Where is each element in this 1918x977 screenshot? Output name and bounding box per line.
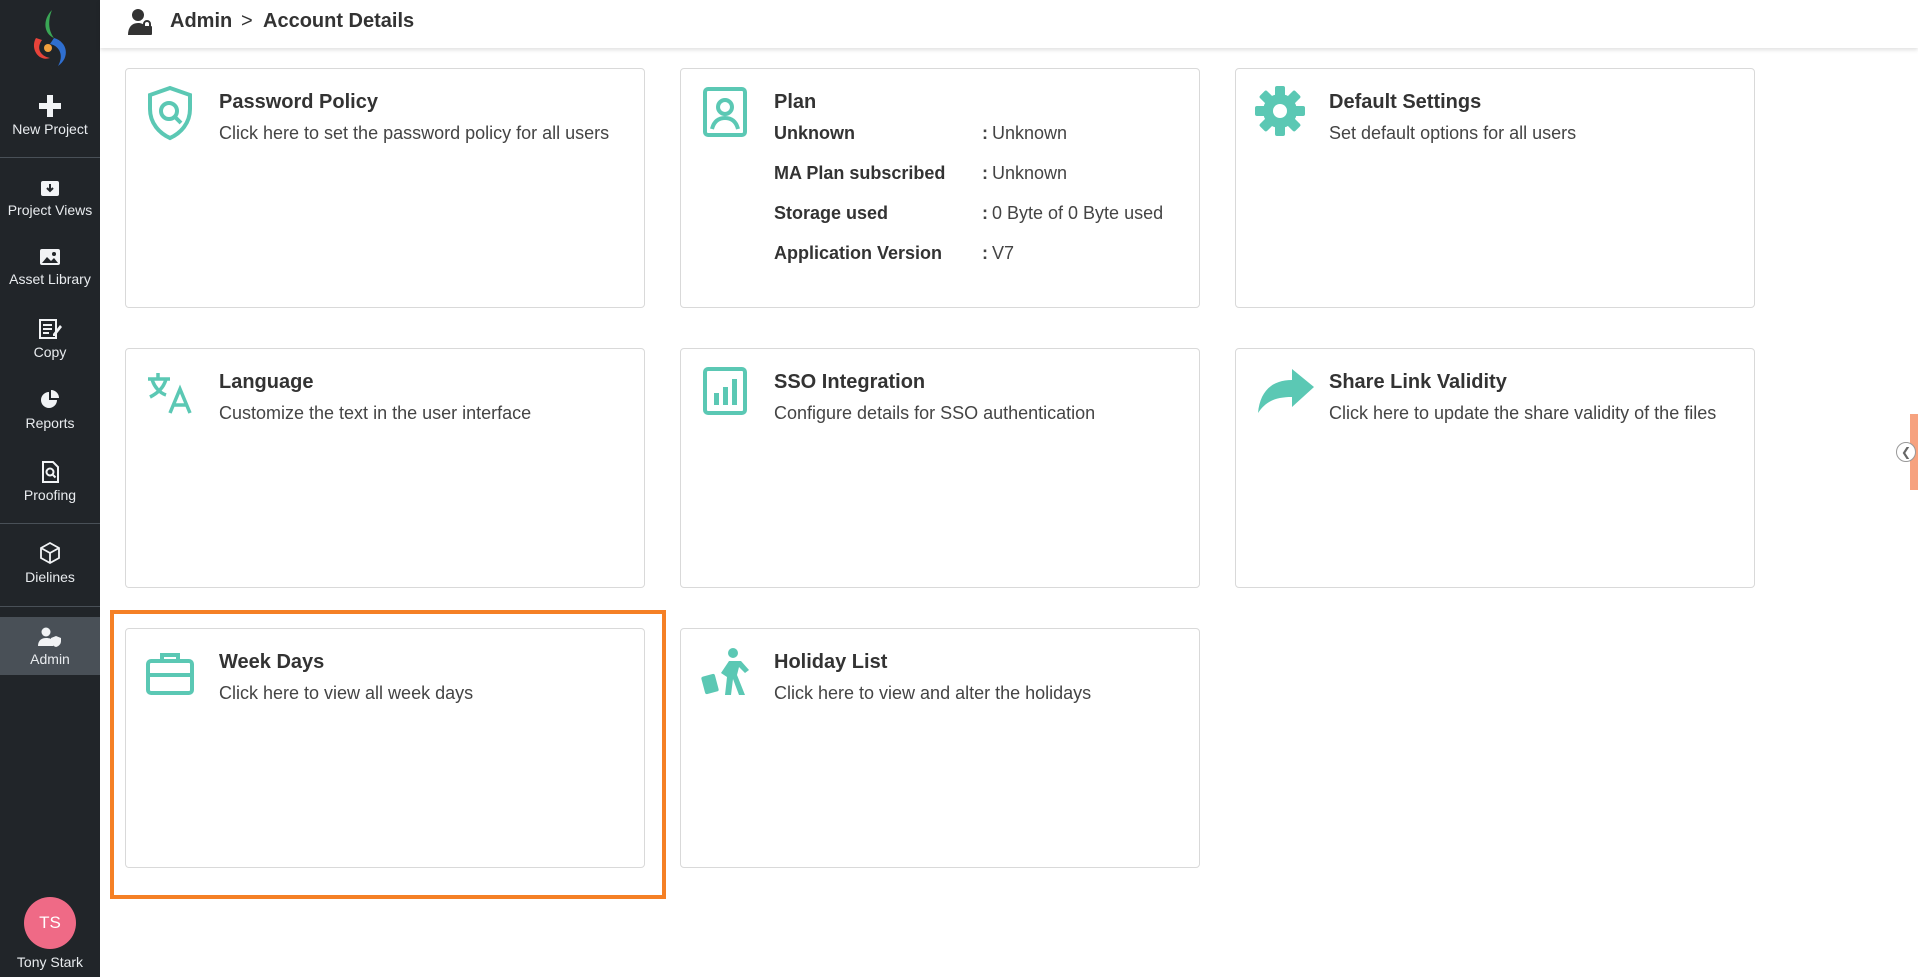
card-description: Customize the text in the user interface bbox=[219, 403, 532, 423]
sidebar-item-copy[interactable]: Copy bbox=[0, 318, 100, 360]
card-description: Click here to view and alter the holiday… bbox=[774, 683, 1092, 703]
plan-row-separator: : bbox=[982, 203, 988, 223]
download-box-icon bbox=[41, 181, 59, 196]
gear-icon bbox=[1255, 86, 1305, 136]
avatar[interactable]: TS bbox=[24, 897, 76, 949]
sidebar-divider bbox=[0, 157, 100, 158]
share-link-validity-card[interactable]: Share Link Validity Click here to update… bbox=[1235, 348, 1755, 588]
user-badge-icon bbox=[703, 87, 747, 137]
admin-user-icon bbox=[128, 9, 152, 35]
sidebar-item-label: Dielines bbox=[25, 569, 75, 585]
shield-search-icon bbox=[148, 85, 192, 141]
sidebar-item-label: Reports bbox=[25, 415, 75, 431]
card-title: Language bbox=[219, 371, 314, 393]
card-title: Plan bbox=[774, 91, 817, 113]
user-shield-icon bbox=[38, 627, 61, 647]
search-document-icon bbox=[42, 461, 59, 483]
card-title: Password Policy bbox=[219, 91, 378, 113]
plan-row-value: V7 bbox=[992, 243, 1015, 263]
sidebar-item-admin[interactable]: Admin bbox=[0, 617, 100, 675]
plan-row-value: Unknown bbox=[992, 123, 1068, 143]
holiday-list-card[interactable]: Holiday List Click here to view and alte… bbox=[680, 628, 1200, 868]
default-settings-card[interactable]: Default Settings Set default options for… bbox=[1235, 68, 1755, 308]
sidebar-item-asset-library[interactable]: Asset Library bbox=[0, 247, 100, 287]
plan-row-value: 0 Byte of 0 Byte used bbox=[992, 203, 1164, 223]
page-title: Account Details bbox=[263, 10, 415, 32]
analytics-icon bbox=[703, 367, 747, 415]
edit-document-icon bbox=[39, 319, 62, 339]
card-description: Configure details for SSO authentication bbox=[774, 403, 1096, 423]
plan-row-separator: : bbox=[982, 123, 988, 143]
plan-row-version: Application Version: V7 bbox=[774, 243, 1014, 264]
card-title: Holiday List bbox=[774, 651, 888, 673]
plan-row-unknown: Unknown: Unknown bbox=[774, 123, 1067, 144]
card-title: Default Settings bbox=[1329, 91, 1482, 113]
plan-row-storage: Storage used:0 Byte of 0 Byte used bbox=[774, 203, 1163, 224]
plus-icon bbox=[39, 95, 61, 117]
card-description: Click here to update the share validity … bbox=[1329, 403, 1717, 423]
plan-row-key: Unknown bbox=[774, 123, 855, 143]
card-title: SSO Integration bbox=[774, 371, 926, 393]
breadcrumb-admin[interactable]: Admin bbox=[170, 10, 232, 33]
app-logo[interactable] bbox=[28, 8, 72, 70]
image-icon bbox=[40, 249, 60, 265]
plan-row-value: Unknown bbox=[992, 163, 1068, 183]
traveler-icon bbox=[701, 648, 749, 695]
plan-row-separator: : bbox=[982, 163, 988, 183]
sidebar-item-project-views[interactable]: Project Views bbox=[0, 178, 100, 218]
pie-chart-icon bbox=[41, 390, 59, 408]
sidebar-divider bbox=[0, 523, 100, 524]
sso-integration-card[interactable]: SSO Integration Configure details for SS… bbox=[680, 348, 1200, 588]
sidebar-item-reports[interactable]: Reports bbox=[0, 389, 100, 431]
chevron-left-icon[interactable]: ❮ bbox=[1896, 442, 1916, 462]
card-description: Click here to set the password policy fo… bbox=[219, 123, 610, 143]
plan-row-ma-plan: MA Plan subscribed: Unknown bbox=[774, 163, 1067, 184]
sidebar-item-label: Project Views bbox=[7, 202, 93, 218]
cube-icon bbox=[40, 541, 60, 565]
plan-row-key: Application Version bbox=[774, 243, 943, 263]
card-description: Set default options for all users bbox=[1329, 123, 1577, 143]
sidebar-item-dielines[interactable]: Dielines bbox=[0, 541, 100, 585]
top-header: Admin > Account Details bbox=[100, 0, 1918, 48]
language-card[interactable]: Language Customize the text in the user … bbox=[125, 348, 645, 588]
plan-card[interactable]: Plan Unknown: Unknown MA Plan subscribed:… bbox=[680, 68, 1200, 308]
selection-highlight bbox=[110, 610, 666, 899]
translate-icon bbox=[148, 373, 192, 414]
user-name[interactable]: Tony Stark bbox=[0, 954, 100, 970]
sidebar-item-new-project[interactable]: New Project bbox=[0, 95, 100, 137]
sidebar: New Project Project Views Asset Library … bbox=[0, 0, 100, 977]
sidebar-item-label: New Project bbox=[12, 121, 88, 137]
plan-row-key: Storage used bbox=[774, 203, 889, 223]
sidebar-divider bbox=[0, 606, 100, 607]
sidebar-item-label: Asset Library bbox=[9, 271, 91, 287]
plan-row-key: MA Plan subscribed bbox=[774, 163, 946, 183]
plan-row-separator: : bbox=[982, 243, 988, 263]
sidebar-item-proofing[interactable]: Proofing bbox=[0, 461, 100, 503]
share-arrow-icon bbox=[1258, 369, 1314, 413]
card-title: Share Link Validity bbox=[1329, 371, 1507, 393]
sidebar-item-label: Copy bbox=[33, 344, 67, 360]
breadcrumb-separator: > bbox=[241, 10, 253, 32]
sidebar-item-label: Proofing bbox=[23, 487, 77, 503]
password-policy-card[interactable]: Password Policy Click here to set the pa… bbox=[125, 68, 645, 308]
sidebar-item-label: Admin bbox=[30, 651, 70, 667]
